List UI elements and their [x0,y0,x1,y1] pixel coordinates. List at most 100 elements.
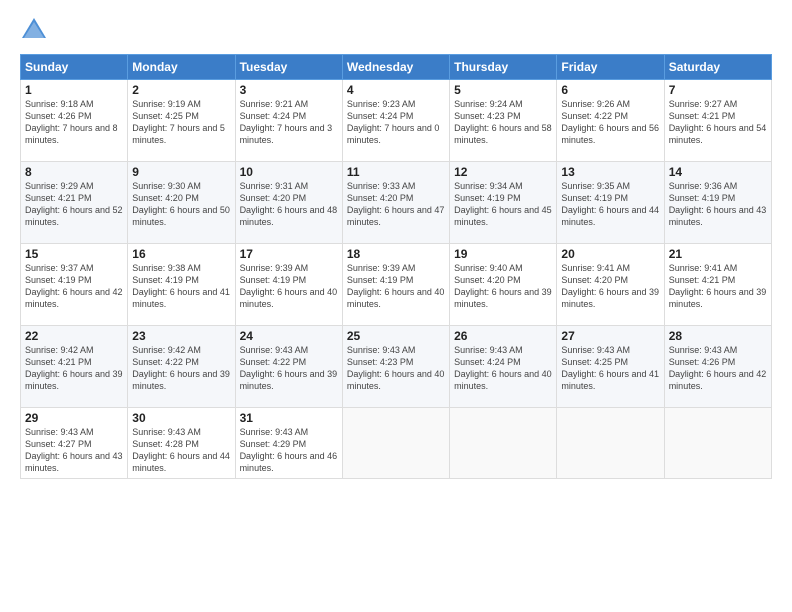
day-detail: Sunrise: 9:41 AMSunset: 4:21 PMDaylight:… [669,263,767,309]
calendar: SundayMondayTuesdayWednesdayThursdayFrid… [20,54,772,479]
calendar-cell: 1 Sunrise: 9:18 AMSunset: 4:26 PMDayligh… [21,80,128,162]
calendar-cell: 23 Sunrise: 9:42 AMSunset: 4:22 PMDaylig… [128,326,235,408]
calendar-cell: 5 Sunrise: 9:24 AMSunset: 4:23 PMDayligh… [450,80,557,162]
day-number: 5 [454,83,552,97]
weekday-header-row: SundayMondayTuesdayWednesdayThursdayFrid… [21,55,772,80]
weekday-header-thursday: Thursday [450,55,557,80]
day-detail: Sunrise: 9:43 AMSunset: 4:23 PMDaylight:… [347,345,445,391]
day-detail: Sunrise: 9:39 AMSunset: 4:19 PMDaylight:… [240,263,338,309]
day-number: 14 [669,165,767,179]
day-detail: Sunrise: 9:33 AMSunset: 4:20 PMDaylight:… [347,181,445,227]
calendar-cell: 22 Sunrise: 9:42 AMSunset: 4:21 PMDaylig… [21,326,128,408]
day-detail: Sunrise: 9:43 AMSunset: 4:25 PMDaylight:… [561,345,659,391]
day-detail: Sunrise: 9:29 AMSunset: 4:21 PMDaylight:… [25,181,123,227]
day-number: 8 [25,165,123,179]
day-detail: Sunrise: 9:43 AMSunset: 4:24 PMDaylight:… [454,345,552,391]
day-number: 10 [240,165,338,179]
day-number: 18 [347,247,445,261]
calendar-cell: 28 Sunrise: 9:43 AMSunset: 4:26 PMDaylig… [664,326,771,408]
calendar-cell: 11 Sunrise: 9:33 AMSunset: 4:20 PMDaylig… [342,162,449,244]
day-number: 25 [347,329,445,343]
weekday-header-tuesday: Tuesday [235,55,342,80]
calendar-cell: 4 Sunrise: 9:23 AMSunset: 4:24 PMDayligh… [342,80,449,162]
calendar-cell [450,408,557,479]
day-detail: Sunrise: 9:41 AMSunset: 4:20 PMDaylight:… [561,263,659,309]
day-number: 2 [132,83,230,97]
calendar-cell: 20 Sunrise: 9:41 AMSunset: 4:20 PMDaylig… [557,244,664,326]
day-detail: Sunrise: 9:21 AMSunset: 4:24 PMDaylight:… [240,99,333,145]
day-detail: Sunrise: 9:23 AMSunset: 4:24 PMDaylight:… [347,99,440,145]
week-row-5: 29 Sunrise: 9:43 AMSunset: 4:27 PMDaylig… [21,408,772,479]
day-number: 19 [454,247,552,261]
week-row-3: 15 Sunrise: 9:37 AMSunset: 4:19 PMDaylig… [21,244,772,326]
calendar-cell: 3 Sunrise: 9:21 AMSunset: 4:24 PMDayligh… [235,80,342,162]
weekday-header-monday: Monday [128,55,235,80]
day-number: 9 [132,165,230,179]
day-number: 4 [347,83,445,97]
calendar-cell: 30 Sunrise: 9:43 AMSunset: 4:28 PMDaylig… [128,408,235,479]
calendar-cell: 21 Sunrise: 9:41 AMSunset: 4:21 PMDaylig… [664,244,771,326]
day-number: 6 [561,83,659,97]
day-detail: Sunrise: 9:40 AMSunset: 4:20 PMDaylight:… [454,263,552,309]
day-detail: Sunrise: 9:26 AMSunset: 4:22 PMDaylight:… [561,99,659,145]
day-detail: Sunrise: 9:43 AMSunset: 4:28 PMDaylight:… [132,427,230,473]
calendar-cell: 6 Sunrise: 9:26 AMSunset: 4:22 PMDayligh… [557,80,664,162]
day-detail: Sunrise: 9:27 AMSunset: 4:21 PMDaylight:… [669,99,767,145]
day-number: 31 [240,411,338,425]
day-number: 29 [25,411,123,425]
calendar-cell: 9 Sunrise: 9:30 AMSunset: 4:20 PMDayligh… [128,162,235,244]
day-detail: Sunrise: 9:38 AMSunset: 4:19 PMDaylight:… [132,263,230,309]
day-number: 30 [132,411,230,425]
weekday-header-saturday: Saturday [664,55,771,80]
day-detail: Sunrise: 9:43 AMSunset: 4:26 PMDaylight:… [669,345,767,391]
day-detail: Sunrise: 9:35 AMSunset: 4:19 PMDaylight:… [561,181,659,227]
day-number: 3 [240,83,338,97]
calendar-cell: 25 Sunrise: 9:43 AMSunset: 4:23 PMDaylig… [342,326,449,408]
day-number: 23 [132,329,230,343]
day-detail: Sunrise: 9:42 AMSunset: 4:21 PMDaylight:… [25,345,123,391]
day-number: 12 [454,165,552,179]
calendar-cell [664,408,771,479]
day-detail: Sunrise: 9:31 AMSunset: 4:20 PMDaylight:… [240,181,338,227]
calendar-cell: 19 Sunrise: 9:40 AMSunset: 4:20 PMDaylig… [450,244,557,326]
day-detail: Sunrise: 9:34 AMSunset: 4:19 PMDaylight:… [454,181,552,227]
day-number: 15 [25,247,123,261]
day-number: 16 [132,247,230,261]
day-number: 28 [669,329,767,343]
day-number: 21 [669,247,767,261]
day-number: 11 [347,165,445,179]
calendar-cell: 2 Sunrise: 9:19 AMSunset: 4:25 PMDayligh… [128,80,235,162]
day-detail: Sunrise: 9:30 AMSunset: 4:20 PMDaylight:… [132,181,230,227]
day-number: 27 [561,329,659,343]
calendar-cell: 27 Sunrise: 9:43 AMSunset: 4:25 PMDaylig… [557,326,664,408]
calendar-cell: 13 Sunrise: 9:35 AMSunset: 4:19 PMDaylig… [557,162,664,244]
calendar-cell: 17 Sunrise: 9:39 AMSunset: 4:19 PMDaylig… [235,244,342,326]
calendar-cell: 10 Sunrise: 9:31 AMSunset: 4:20 PMDaylig… [235,162,342,244]
calendar-cell: 18 Sunrise: 9:39 AMSunset: 4:19 PMDaylig… [342,244,449,326]
day-number: 13 [561,165,659,179]
day-detail: Sunrise: 9:43 AMSunset: 4:27 PMDaylight:… [25,427,123,473]
calendar-cell: 12 Sunrise: 9:34 AMSunset: 4:19 PMDaylig… [450,162,557,244]
day-number: 26 [454,329,552,343]
page: SundayMondayTuesdayWednesdayThursdayFrid… [0,0,792,612]
weekday-header-friday: Friday [557,55,664,80]
calendar-cell: 24 Sunrise: 9:43 AMSunset: 4:22 PMDaylig… [235,326,342,408]
header [20,16,772,44]
weekday-header-wednesday: Wednesday [342,55,449,80]
day-detail: Sunrise: 9:18 AMSunset: 4:26 PMDaylight:… [25,99,118,145]
day-number: 24 [240,329,338,343]
day-detail: Sunrise: 9:24 AMSunset: 4:23 PMDaylight:… [454,99,552,145]
calendar-cell: 26 Sunrise: 9:43 AMSunset: 4:24 PMDaylig… [450,326,557,408]
calendar-cell: 29 Sunrise: 9:43 AMSunset: 4:27 PMDaylig… [21,408,128,479]
calendar-cell: 14 Sunrise: 9:36 AMSunset: 4:19 PMDaylig… [664,162,771,244]
logo-icon [20,16,48,44]
calendar-cell: 8 Sunrise: 9:29 AMSunset: 4:21 PMDayligh… [21,162,128,244]
day-detail: Sunrise: 9:43 AMSunset: 4:29 PMDaylight:… [240,427,338,473]
week-row-2: 8 Sunrise: 9:29 AMSunset: 4:21 PMDayligh… [21,162,772,244]
day-number: 7 [669,83,767,97]
day-detail: Sunrise: 9:39 AMSunset: 4:19 PMDaylight:… [347,263,445,309]
calendar-cell [557,408,664,479]
weekday-header-sunday: Sunday [21,55,128,80]
day-number: 20 [561,247,659,261]
week-row-4: 22 Sunrise: 9:42 AMSunset: 4:21 PMDaylig… [21,326,772,408]
